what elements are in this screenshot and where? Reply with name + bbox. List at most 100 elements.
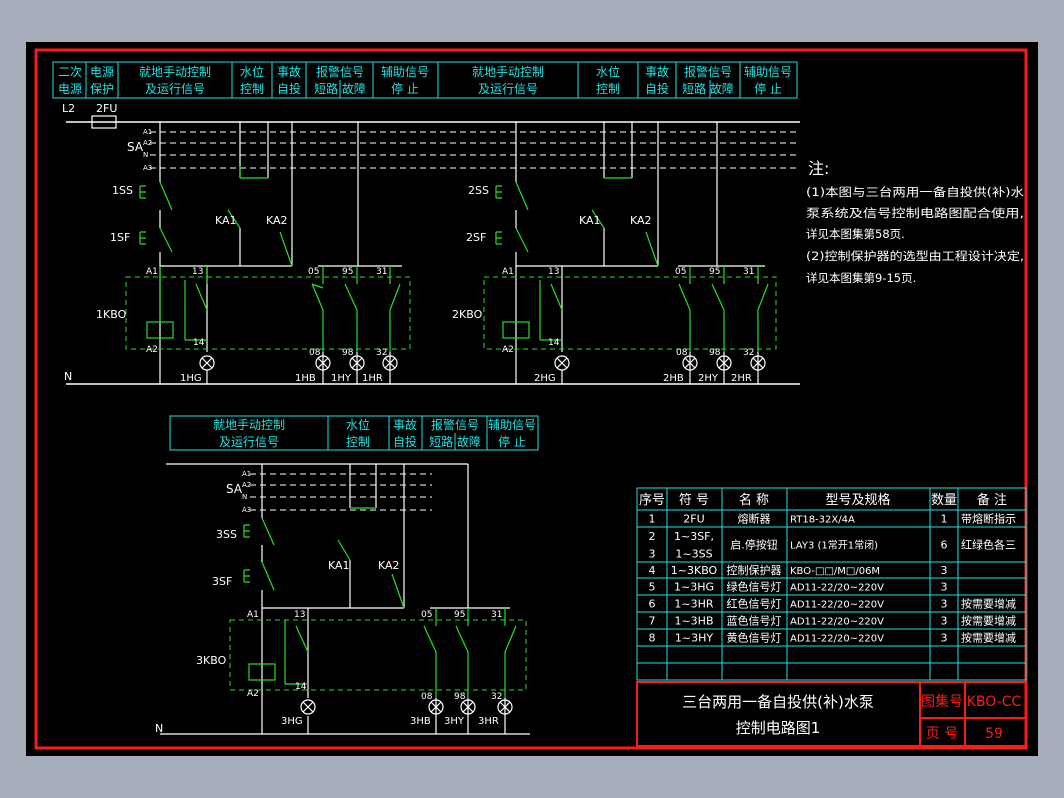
u2-95: 95 (709, 267, 720, 277)
parts-cell-spec: KBO-□□/M□/06M (790, 566, 880, 577)
hdr-cell-10-l2: 自投 (645, 81, 669, 96)
u2-08: 08 (676, 348, 688, 358)
title-line-2: 控制电路图1 (736, 719, 821, 737)
notes-line-2: 泵系统及信号控制电路图配合使用, (806, 206, 1024, 220)
parts-cell-qty: 3 (941, 615, 948, 628)
hdr2-cell-4-l2: 短路 故障 (429, 434, 481, 449)
parts-cell-note: 按需要增减 (961, 597, 1016, 611)
u3-31: 31 (491, 610, 502, 620)
u3-08: 08 (421, 692, 433, 702)
label-sa-bottom: SA (226, 482, 243, 496)
hdr-cell-6-l2: 短路 故障 (314, 81, 366, 96)
page-label: 页 号 (926, 726, 958, 742)
parts-cell-sym: 1~3HR (674, 598, 713, 611)
u3-hr: 3HR (478, 716, 499, 727)
u3-ss: 3SS (216, 528, 237, 541)
label-n-bottom: N (155, 722, 163, 735)
parts-cell-qty: 3 (941, 598, 948, 611)
hdr-cell-6-l1: 报警信号 (316, 64, 364, 79)
u2-sf: 2SF (466, 231, 486, 244)
parts-cell-note: 按需要增减 (961, 631, 1016, 645)
u3-13: 13 (294, 610, 305, 620)
th-spec: 型号及规格 (825, 492, 890, 508)
parts-cell-sym: 1~3SS (675, 547, 712, 560)
u1-32: 32 (376, 348, 387, 358)
parts-cell-name: 启.停按钮 (730, 538, 778, 552)
u2-32: 32 (743, 348, 754, 358)
th-sym: 符 号 (679, 492, 709, 508)
hdr-cell-11-l2: 短路 故障 (682, 81, 734, 96)
hdr2-cell-5-l2: 停 止 (498, 434, 526, 449)
bus3-a3: A3 (242, 506, 251, 514)
u1-08: 08 (309, 348, 321, 358)
u3-a1: A1 (247, 610, 259, 620)
parts-cell-name: 熔断器 (738, 512, 771, 526)
parts-cell-sym: 1~3KBO (671, 564, 718, 577)
th-no: 序号 (639, 493, 665, 508)
hdr-cell-7-l2: 停 止 (391, 81, 419, 96)
hdr2-cell-1-l1: 就地手动控制 (213, 418, 285, 432)
notes-line-5: 详见本图集第9-15页. (806, 271, 916, 285)
u1-ss: 1SS (112, 184, 133, 197)
u2-98: 98 (709, 348, 721, 358)
u1-13: 13 (192, 267, 203, 277)
hdr-cell-9-l1: 水位 (596, 64, 620, 79)
hdr2-cell-2-l1: 水位 (346, 417, 370, 432)
parts-cell-name: 绿色信号灯 (727, 580, 782, 594)
u3-05: 05 (421, 610, 432, 620)
hdr-cell-10-l1: 事故 (645, 64, 669, 79)
u2-kbo: 2KBO (452, 308, 483, 321)
parts-cell-no: 8 (649, 632, 656, 645)
u1-hb: 1HB (295, 373, 316, 384)
parts-cell-spec: LAY3 (1常开1常闭) (790, 539, 878, 552)
u2-05: 05 (675, 267, 686, 277)
hdr-cell-3-l1: 就地手动控制 (139, 65, 211, 79)
hdr-cell-4-l1: 水位 (240, 64, 264, 79)
parts-cell-name: 红色信号灯 (727, 597, 782, 611)
atlas-label: 图集号 (921, 693, 963, 710)
hdr-cell-1-l2: 电源 (58, 82, 82, 96)
parts-cell-no: 6 (649, 598, 656, 611)
label-n-top: N (64, 370, 72, 383)
parts-cell-qty: 3 (941, 581, 948, 594)
u1-95: 95 (342, 267, 353, 277)
page-value: 59 (985, 726, 1003, 742)
parts-cell-name: 蓝色信号灯 (727, 614, 782, 628)
title-line-1: 三台两用一备自投供(补)水泵 (682, 693, 874, 711)
parts-cell-no: 2 (649, 530, 656, 543)
u3-hy: 3HY (444, 716, 465, 727)
hdr-cell-8-l1: 就地手动控制 (472, 65, 544, 79)
u2-hb: 2HB (663, 373, 684, 384)
u3-hg: 3HG (281, 716, 303, 727)
parts-cell-spec: RT18-32X/4A (790, 515, 855, 526)
parts-cell-no: 3 (649, 547, 656, 560)
bus-a3: A3 (143, 164, 152, 172)
u3-hb: 3HB (410, 716, 431, 727)
u1-05: 05 (308, 267, 319, 277)
bus3-a2: A2 (242, 481, 251, 489)
bus-a2: A2 (143, 139, 152, 147)
u3-sf: 3SF (212, 575, 232, 588)
hdr-cell-2-l2: 保护 (90, 82, 114, 96)
hdr2-cell-3-l2: 自投 (393, 434, 417, 449)
bus-n: N (143, 151, 148, 159)
th-qty: 数量 (931, 493, 957, 508)
hdr-cell-11-l1: 报警信号 (684, 64, 732, 79)
u1-31: 31 (376, 267, 387, 277)
parts-cell-sym: 1~3HB (674, 615, 713, 628)
drawing-area (26, 42, 1038, 756)
atlas-value: KBO-CC (967, 694, 1022, 710)
parts-cell-note: 按需要增减 (961, 614, 1016, 628)
u3-ka2: KA2 (378, 559, 400, 572)
parts-cell-no: 1 (649, 513, 656, 526)
label-l2: L2 (62, 102, 75, 115)
u3-a2: A2 (247, 689, 259, 699)
parts-cell-name: 黄色信号灯 (727, 631, 782, 645)
u1-hg: 1HG (180, 373, 202, 384)
hdr-cell-9-l2: 控制 (596, 82, 620, 96)
u1-ka2: KA2 (266, 214, 288, 227)
hdr-cell-4-l2: 控制 (240, 82, 264, 96)
u2-hy: 2HY (698, 373, 719, 384)
hdr-cell-8-l2: 及运行信号 (478, 82, 538, 96)
parts-cell-note: 带熔断指示 (961, 512, 1016, 526)
